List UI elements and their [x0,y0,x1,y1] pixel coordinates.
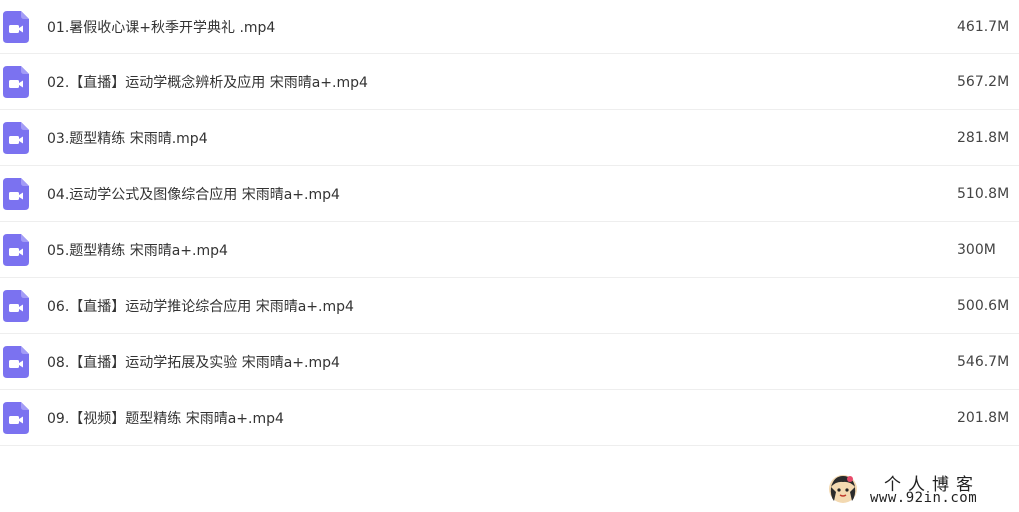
file-list: 01.暑假收心课+秋季开学典礼 .mp4 461.7M 02.【直播】运动学概念… [0,0,1019,446]
file-name[interactable]: 01.暑假收心课+秋季开学典礼 .mp4 [47,0,275,53]
file-row[interactable]: 02.【直播】运动学概念辨析及应用 宋雨晴a+.mp4 567.2M [0,54,1019,110]
file-name[interactable]: 04.运动学公式及图像综合应用 宋雨晴a+.mp4 [47,166,340,221]
file-size: 201.8M [957,409,1010,426]
avatar-icon [828,474,858,504]
file-row[interactable]: 08.【直播】运动学拓展及实验 宋雨晴a+.mp4 546.7M [0,334,1019,390]
file-name[interactable]: 06.【直播】运动学推论综合应用 宋雨晴a+.mp4 [47,278,354,333]
video-file-icon [3,289,29,322]
file-row[interactable]: 01.暑假收心课+秋季开学典礼 .mp4 461.7M [0,0,1019,54]
video-file-icon [3,121,29,154]
file-size: 510.8M [957,185,1010,202]
video-file-icon [3,345,29,378]
watermark-url: www.92in.com [870,490,978,506]
file-row[interactable]: 04.运动学公式及图像综合应用 宋雨晴a+.mp4 510.8M [0,166,1019,222]
file-name[interactable]: 09.【视频】题型精练 宋雨晴a+.mp4 [47,390,284,445]
file-row[interactable]: 09.【视频】题型精练 宋雨晴a+.mp4 201.8M [0,390,1019,446]
file-row[interactable]: 03.题型精练 宋雨晴.mp4 281.8M [0,110,1019,166]
file-size: 567.2M [957,73,1010,90]
video-file-icon [3,10,29,43]
file-size: 461.7M [957,18,1010,35]
file-size: 281.8M [957,129,1010,146]
file-name[interactable]: 02.【直播】运动学概念辨析及应用 宋雨晴a+.mp4 [47,54,368,109]
video-file-icon [3,233,29,266]
file-name[interactable]: 08.【直播】运动学拓展及实验 宋雨晴a+.mp4 [47,334,340,389]
video-file-icon [3,65,29,98]
video-file-icon [3,177,29,210]
blog-watermark: 个人博客 www.92in.com [826,470,1016,510]
video-file-icon [3,401,29,434]
file-name[interactable]: 05.题型精练 宋雨晴a+.mp4 [47,222,228,277]
file-row[interactable]: 05.题型精练 宋雨晴a+.mp4 300M [0,222,1019,278]
file-row[interactable]: 06.【直播】运动学推论综合应用 宋雨晴a+.mp4 500.6M [0,278,1019,334]
file-size: 300M [957,241,996,258]
file-size: 500.6M [957,297,1010,314]
file-name[interactable]: 03.题型精练 宋雨晴.mp4 [47,110,208,165]
file-size: 546.7M [957,353,1010,370]
